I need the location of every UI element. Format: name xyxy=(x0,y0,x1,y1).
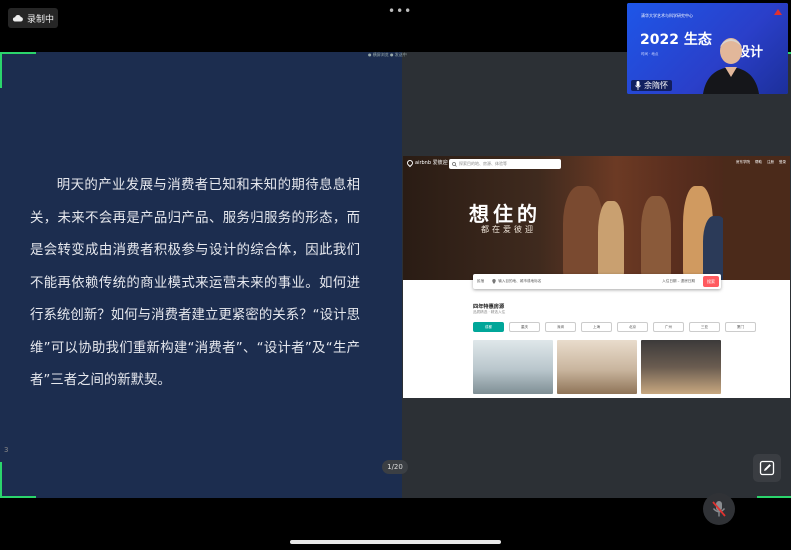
speaker-avatar xyxy=(703,38,759,94)
airbnb-nav-links: 房东学院 帮助 注册 登录 xyxy=(736,160,786,165)
airbnb-nav-link: 注册 xyxy=(767,160,774,164)
speaker-name: 余隋怀 xyxy=(644,81,668,90)
airbnb-nav-link: 帮助 xyxy=(755,160,762,164)
slide-top-status: ● 横屏浏览 ● 发送中 xyxy=(368,52,407,57)
recording-badge[interactable]: 录制中 xyxy=(8,8,58,28)
cloud-icon xyxy=(12,15,23,22)
banner-dates: 时间 · 地点 xyxy=(641,52,659,56)
airbnb-section-subtitle: 品质精选 · 精选入住 xyxy=(473,310,506,314)
airbnb-search-button: 搜索 xyxy=(703,276,719,287)
home-indicator[interactable] xyxy=(290,540,501,544)
airbnb-booking-type: 民宿 xyxy=(477,279,485,283)
location-pin-icon xyxy=(492,279,496,284)
more-dots-icon[interactable]: ••• xyxy=(388,4,412,18)
airbnb-city-tab: 广州 xyxy=(653,322,684,332)
airbnb-booking-destination: 输入目的地、城市或地标名 xyxy=(488,279,545,284)
airbnb-booking-bar: 民宿 输入目的地、城市或地标名 入住日期 – 退房日期 搜索 xyxy=(473,274,721,289)
airbnb-search-bar: 探索目的地、房源、体验等 xyxy=(449,159,561,169)
airbnb-city-tab: 深圳 xyxy=(545,322,576,332)
airbnb-city-tab: 北京 xyxy=(617,322,648,332)
search-icon xyxy=(452,161,457,167)
slide-page-indicator: 1/20 xyxy=(382,460,408,474)
mic-icon xyxy=(635,81,641,90)
airbnb-city-tab: 重庆 xyxy=(509,322,540,332)
annotate-button[interactable] xyxy=(753,454,781,482)
airbnb-city-tab: 成都 xyxy=(473,322,504,332)
share-frame-corner xyxy=(0,462,36,498)
recording-label: 录制中 xyxy=(27,14,55,25)
airbnb-listing-photo xyxy=(557,340,637,394)
speaker-video-tile[interactable]: 清华大学艺术与科学研究中心 2022 生态 设计 时间 · 地点 余隋怀 xyxy=(627,3,788,94)
airbnb-hero-subtitle: 都在爱彼迎 xyxy=(481,225,536,234)
airbnb-city-tab: 上海 xyxy=(581,322,612,332)
share-frame-corner xyxy=(0,52,36,88)
mic-muted-icon xyxy=(712,501,726,517)
airbnb-city-tab: 厦门 xyxy=(725,322,756,332)
mute-button[interactable] xyxy=(703,493,735,525)
slide-edge-mark: 3 xyxy=(4,446,9,454)
airbnb-nav-link: 登录 xyxy=(779,160,786,164)
airbnb-booking-dates: 入住日期 – 退房日期 xyxy=(662,279,695,283)
slide-paragraph: 明天的产业发展与消费者已知和未知的期待息息相关，未来不会再是产品归产品、服务归服… xyxy=(30,178,360,388)
airbnb-logo: airbnb 爱彼迎 xyxy=(405,158,448,167)
airbnb-listing-photo xyxy=(473,340,553,394)
airbnb-city-tabs: 成都 重庆 深圳 上海 北京 广州 三亚 厦门 xyxy=(473,322,756,332)
speaker-name-bar: 余隋怀 xyxy=(631,80,672,91)
airbnb-section-title: 四年特惠房源 xyxy=(473,304,505,310)
banner-org-text: 清华大学艺术与科学研究中心 xyxy=(641,13,693,18)
airbnb-top-nav: airbnb 爱彼迎 探索目的地、房源、体验等 房东学院 帮助 注册 登录 xyxy=(403,156,790,172)
logo-mark-icon xyxy=(774,9,782,15)
annotate-pencil-icon xyxy=(759,460,775,476)
airbnb-hero-title: 想住的 xyxy=(469,202,541,226)
airbnb-listing-photo xyxy=(641,340,721,394)
airbnb-hero-image xyxy=(403,156,790,280)
airbnb-logo-icon xyxy=(405,158,415,167)
airbnb-nav-link: 房东学院 xyxy=(736,160,750,164)
airbnb-city-tab: 三亚 xyxy=(689,322,720,332)
airbnb-screenshot: airbnb 爱彼迎 探索目的地、房源、体验等 房东学院 帮助 注册 登录 想住… xyxy=(403,156,790,398)
